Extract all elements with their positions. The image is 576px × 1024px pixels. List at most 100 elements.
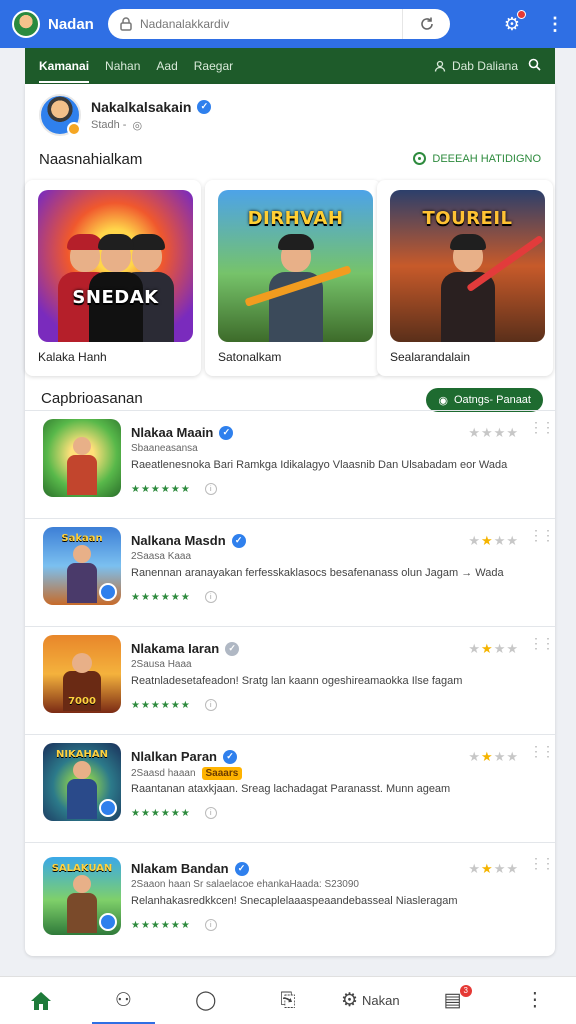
- info-icon: i: [204, 807, 217, 819]
- url-input[interactable]: [140, 17, 402, 31]
- featured-card[interactable]: DIRHVAH Satonalkam: [205, 180, 381, 376]
- nav-settings-label: Nakan: [362, 993, 400, 1008]
- drag-handle-icon[interactable]: ⋮⋮: [529, 856, 555, 870]
- reload-icon[interactable]: [402, 9, 450, 39]
- drag-handle-icon[interactable]: ⋮⋮: [529, 528, 555, 542]
- item-meta: 2Sausa Haaa: [131, 659, 192, 670]
- featured-card-label: Sealarandalain: [390, 350, 471, 364]
- game-thumbnail: NIKAHAN: [43, 743, 121, 821]
- nav-messages[interactable]: ◯: [165, 977, 247, 1024]
- game-cover-title: TOUREIL: [422, 208, 513, 229]
- app-avatar[interactable]: [12, 10, 40, 38]
- game-cover-image: SNEDAK: [38, 190, 193, 342]
- tab-nahan[interactable]: Nahan: [105, 59, 140, 73]
- item-title: Nlalkan Paran: [131, 749, 217, 764]
- item-title: Nlakaa Maain: [131, 425, 214, 440]
- nav-more[interactable]: ⋮: [494, 977, 576, 1024]
- main-content: Nakalkalsakain ✓ Stadh - ◎ Naasnahialkam D…: [25, 84, 555, 956]
- list-item[interactable]: Nlakaa Maain ✓ Sbaaneasansa Raeatlenesnok…: [25, 410, 555, 518]
- lock-icon: [118, 16, 134, 32]
- profile-header[interactable]: Nakalkalsakain ✓ Stadh - ◎: [39, 94, 212, 136]
- list-item[interactable]: Sakaan Nalkana Masdn ✓ 2Saasa Kaaa Ranenn…: [25, 518, 555, 626]
- platform-icon: [99, 799, 117, 817]
- info-icon: i: [204, 591, 217, 603]
- tab-raegar[interactable]: Raegar: [194, 59, 233, 73]
- item-description: Ranennan aranayakan ferfesskaklasocs bes…: [131, 567, 504, 579]
- featured-title: Naasnahialkam: [39, 151, 143, 168]
- list-action-button[interactable]: ◉ Oatngs- Panaat: [426, 388, 543, 412]
- user-menu[interactable]: Dab Daliana: [434, 59, 518, 73]
- profile-avatar: [39, 94, 81, 136]
- item-meta: Sbaaneasansa: [131, 443, 198, 454]
- item-title: Nlakam Bandan: [131, 861, 229, 876]
- nav-inbox[interactable]: ▤ 3: [411, 977, 493, 1024]
- star-rating-icon: ★★★★★★: [131, 807, 191, 819]
- drag-handle-icon[interactable]: ⋮⋮: [529, 420, 555, 434]
- list-item[interactable]: 7000 Nlakama Iaran ✓ 2Sausa Haaa Reatnlad…: [25, 626, 555, 734]
- item-mini-rating: ★★★★★★ i: [131, 483, 217, 495]
- settings-icon: ⚙: [340, 990, 358, 1011]
- item-title: Nlakama Iaran: [131, 641, 220, 656]
- game-cover-image: TOUREIL: [390, 190, 545, 342]
- item-title: Nalkana Masdn: [131, 533, 226, 548]
- game-thumbnail: SALAKUAN: [43, 857, 121, 935]
- item-meta: 2Saasa Kaaa: [131, 551, 192, 562]
- rating-stars[interactable]: ★★★★: [468, 861, 519, 877]
- item-meta: 2Saaon haan Sr salaelacoe ehankaHaada: S…: [131, 879, 359, 890]
- bottom-navigation: ⚇ ◯ ⎘ ⚙ Nakan ▤ 3 ⋮: [0, 976, 576, 1024]
- nav-home[interactable]: [0, 977, 82, 1024]
- platform-icon: [99, 913, 117, 931]
- gear-icon[interactable]: ⚙: [504, 9, 526, 35]
- info-icon: i: [204, 483, 217, 495]
- info-icon: i: [204, 699, 217, 711]
- item-tag: Saaars: [201, 767, 243, 780]
- globe-icon: ◎: [132, 119, 143, 132]
- url-bar[interactable]: [108, 9, 450, 39]
- nav-settings[interactable]: ⚙ Nakan: [329, 977, 411, 1024]
- nav-library[interactable]: ⎘: [247, 977, 329, 1024]
- verified-icon: ✓: [223, 749, 237, 764]
- item-description: Raantanan ataxkjaan. Sreag lachadagat Pa…: [131, 783, 451, 795]
- item-mini-rating: ★★★★★★ i: [131, 699, 217, 711]
- featured-see-all-link[interactable]: DEEEAH HATIDIGNO: [413, 152, 541, 165]
- gamepad-icon: ◉: [438, 394, 448, 407]
- item-mini-rating: ★★★★★★ i: [131, 919, 217, 931]
- nav-discover[interactable]: ⚇: [82, 977, 164, 1024]
- item-mini-rating: ★★★★★★ i: [131, 591, 217, 603]
- rating-stars[interactable]: ★★★★: [468, 749, 519, 765]
- search-icon[interactable]: [528, 58, 541, 74]
- featured-link-label: DEEEAH HATIDIGNO: [432, 152, 541, 165]
- drag-handle-icon[interactable]: ⋮⋮: [529, 636, 555, 650]
- user-label: Dab Daliana: [451, 59, 518, 73]
- verified-icon: ✓: [219, 425, 234, 440]
- item-mini-rating: ★★★★★★ i: [131, 807, 217, 819]
- drag-handle-icon[interactable]: ⋮⋮: [529, 744, 555, 758]
- tab-aad[interactable]: Aad: [156, 59, 177, 73]
- star-rating-icon: ★★★★★★: [131, 919, 191, 931]
- rating-stars[interactable]: ★★★★: [468, 533, 519, 549]
- section-nav: Kamanai Nahan Aad Raegar Dab Daliana: [25, 48, 555, 84]
- item-description: Raeatlenesnoka Bari Ramkga Idikalagyo Vl…: [131, 459, 508, 471]
- item-meta: 2Saasd haaan: [131, 768, 196, 779]
- inbox-badge: 3: [459, 984, 472, 997]
- verified-icon: ✓: [231, 533, 246, 548]
- more-menu-icon[interactable]: ⋮: [546, 14, 564, 35]
- avatar-badge-icon: [67, 122, 81, 136]
- verified-icon: ✓: [234, 861, 249, 876]
- list-item[interactable]: SALAKUAN Nlakam Bandan ✓ 2Saaon haan Sr s…: [25, 842, 555, 950]
- featured-card[interactable]: TOUREIL Sealarandalain: [377, 180, 553, 376]
- profile-subtitle: Stadh -: [91, 119, 127, 131]
- discover-icon: ⚇: [114, 990, 132, 1011]
- verified-icon: ✓: [197, 99, 212, 114]
- platform-icon: [99, 583, 117, 601]
- list-action-label: Oatngs- Panaat: [453, 394, 531, 406]
- profile-name: Nakalkalsakain: [91, 98, 192, 115]
- featured-card[interactable]: SNEDAK Kalaka Hanh: [25, 180, 201, 376]
- target-icon: [413, 152, 427, 165]
- star-rating-icon: ★★★★★★: [131, 699, 191, 711]
- rating-stars[interactable]: ★★★★: [468, 641, 519, 657]
- tab-kamanai[interactable]: Kamanai: [39, 59, 90, 83]
- rating-stars[interactable]: ★★★★: [468, 425, 519, 441]
- list-item[interactable]: NIKAHAN Nlalkan Paran ✓ 2Saasd haaan Saaar…: [25, 734, 555, 842]
- game-cover-image: DIRHVAH: [218, 190, 373, 342]
